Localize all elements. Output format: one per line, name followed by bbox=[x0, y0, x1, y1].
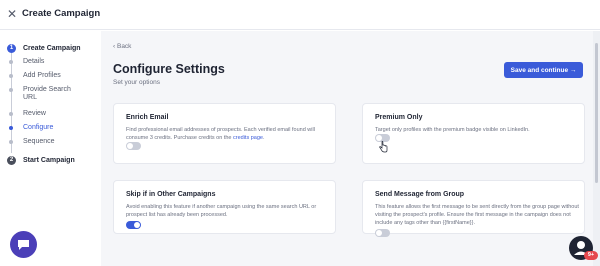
toggle-knob bbox=[376, 230, 382, 236]
step-number: 1 bbox=[7, 44, 16, 53]
step-number: 2 bbox=[7, 156, 16, 165]
toggle-knob bbox=[134, 222, 140, 228]
substep-label: Sequence bbox=[23, 138, 55, 145]
main-content: ‹ Back Configure Settings Set your optio… bbox=[101, 31, 593, 266]
step-dot bbox=[9, 88, 13, 92]
setting-title: Enrich Email bbox=[126, 114, 169, 121]
setting-description-suffix: . bbox=[262, 135, 265, 141]
substep-add-profiles[interactable]: Add Profiles bbox=[9, 72, 83, 80]
pointer-cursor-icon bbox=[379, 141, 388, 153]
toggle-knob bbox=[127, 143, 133, 149]
chevron-left-icon: ‹ bbox=[113, 43, 116, 50]
page-subtitle: Set your options bbox=[113, 79, 160, 86]
substep-details[interactable]: Details bbox=[9, 58, 83, 66]
step-dot bbox=[9, 74, 13, 78]
setting-card-send-message-group: Send Message from Group This feature all… bbox=[362, 180, 585, 237]
step-create-campaign[interactable]: 1 Create Campaign bbox=[7, 44, 81, 53]
page-title: Configure Settings bbox=[113, 62, 225, 76]
substep-label: Add Profiles bbox=[23, 72, 61, 79]
back-label: Back bbox=[116, 43, 132, 50]
step-dot bbox=[9, 112, 13, 116]
page-header-title: Create Campaign bbox=[22, 8, 101, 19]
skip-other-campaigns-toggle[interactable] bbox=[126, 221, 141, 229]
top-bar: ✕ Create Campaign bbox=[0, 0, 600, 30]
substep-provide-search-url[interactable]: Provide Search URL bbox=[9, 86, 83, 102]
setting-card-enrich-email: Enrich Email Find professional email add… bbox=[113, 103, 336, 164]
setting-description: Avoid enabling this feature if another c… bbox=[126, 204, 317, 218]
substep-label: Review bbox=[23, 110, 46, 117]
setting-card-skip-other-campaigns: Skip if in Other Campaigns Avoid enablin… bbox=[113, 180, 336, 234]
back-link[interactable]: ‹ Back bbox=[113, 43, 131, 50]
substep-label: Configure bbox=[23, 124, 54, 131]
credits-page-link[interactable]: credits page bbox=[233, 135, 263, 141]
notification-badge: 9+ bbox=[584, 251, 598, 260]
step-dot bbox=[9, 140, 13, 144]
setting-title: Skip if in Other Campaigns bbox=[126, 191, 216, 198]
scrollbar-thumb[interactable] bbox=[595, 43, 598, 183]
enrich-email-toggle[interactable] bbox=[126, 142, 141, 150]
setting-description: Find professional email addresses of pro… bbox=[126, 126, 326, 142]
substep-label: Provide Search URL bbox=[23, 86, 71, 101]
setting-description: Target only profiles with the premium ba… bbox=[375, 127, 530, 133]
setting-title: Premium Only bbox=[375, 114, 423, 121]
step-dot bbox=[9, 60, 13, 64]
chat-bubble-icon bbox=[18, 239, 29, 250]
send-message-group-toggle[interactable] bbox=[375, 229, 390, 237]
substep-configure[interactable]: Configure bbox=[9, 124, 83, 132]
setting-description: This feature allows the first message to… bbox=[375, 204, 579, 226]
step-label: Create Campaign bbox=[23, 45, 81, 52]
scrollbar[interactable] bbox=[593, 31, 600, 266]
step-label: Start Campaign bbox=[23, 157, 75, 164]
setting-card-premium-only: Premium Only Target only profiles with t… bbox=[362, 103, 585, 164]
save-and-continue-button[interactable]: Save and continue → bbox=[504, 62, 583, 78]
substep-review[interactable]: Review bbox=[9, 110, 83, 118]
substep-sequence[interactable]: Sequence bbox=[9, 138, 83, 146]
step-start-campaign[interactable]: 2 Start Campaign bbox=[7, 156, 75, 165]
setting-title: Send Message from Group bbox=[375, 191, 465, 198]
substep-label: Details bbox=[23, 58, 45, 65]
close-icon[interactable]: ✕ bbox=[7, 8, 17, 20]
step-dot-active bbox=[9, 126, 13, 130]
stepper-sidebar: 1 Create Campaign Details Add Profiles P… bbox=[0, 31, 101, 266]
setting-description-text: Find professional email addresses of pro… bbox=[126, 127, 315, 141]
chat-button[interactable] bbox=[10, 231, 37, 258]
